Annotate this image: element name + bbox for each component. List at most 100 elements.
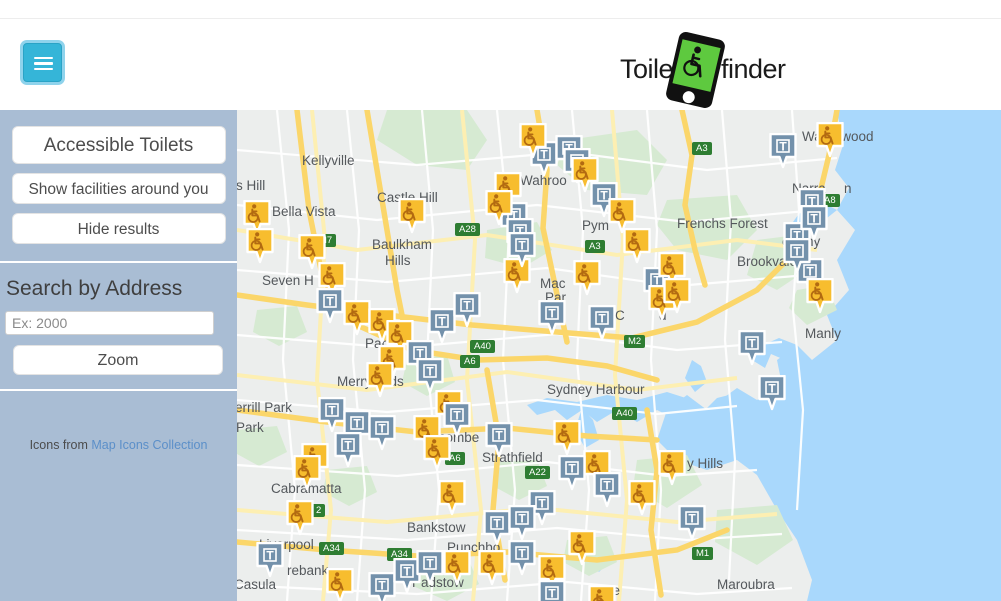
address-search-input[interactable] <box>5 311 214 335</box>
icons-credit: Icons from Map Icons Collection <box>0 438 237 452</box>
toilet-marker-pin[interactable]: T <box>782 237 812 276</box>
accessible-toilet-marker-pin[interactable] <box>292 454 322 493</box>
road-shield: A34 <box>319 542 344 555</box>
svg-text:T: T <box>463 299 471 313</box>
map-icons-collection-link[interactable]: Map Icons Collection <box>91 438 207 452</box>
sidebar-actions-section: Accessible Toilets Show facilities aroun… <box>0 126 237 261</box>
svg-text:T: T <box>538 497 546 511</box>
svg-text:T: T <box>518 547 526 561</box>
toilet-marker-pin[interactable]: T <box>452 291 482 330</box>
toilet-marker-pin[interactable]: T <box>442 401 472 440</box>
svg-text:T: T <box>748 337 756 351</box>
svg-text:T: T <box>793 245 801 259</box>
toilet-marker-pin[interactable]: T <box>557 454 587 493</box>
search-section-title: Search by Address <box>6 277 183 300</box>
toilet-marker-pin[interactable]: T <box>757 374 787 413</box>
road-shield: A3 <box>585 240 605 253</box>
svg-text:T: T <box>518 239 526 253</box>
logo-text-right: finder <box>721 54 786 84</box>
accessible-toilet-marker-pin[interactable] <box>442 549 472 588</box>
svg-text:T: T <box>779 140 787 154</box>
toilet-marker-pin[interactable]: T <box>484 421 514 460</box>
svg-text:T: T <box>453 409 461 423</box>
accessible-toilet-marker-pin[interactable] <box>552 419 582 458</box>
toilet-marker-pin[interactable]: T <box>768 132 798 171</box>
road-shield: A28 <box>455 223 480 236</box>
accessible-toilet-marker-pin[interactable] <box>572 259 602 298</box>
accessible-toilet-marker-pin[interactable] <box>662 277 692 316</box>
accessible-toilet-marker-pin[interactable] <box>484 189 514 228</box>
svg-text:T: T <box>768 382 776 396</box>
accessible-toilet-marker-pin[interactable] <box>285 499 315 538</box>
toilet-marker-pin[interactable]: T <box>537 299 567 338</box>
svg-text:T: T <box>266 549 274 563</box>
svg-text:T: T <box>353 417 361 431</box>
accessible-toilet-marker-pin[interactable] <box>567 529 597 568</box>
svg-text:T: T <box>438 315 446 329</box>
svg-text:T: T <box>493 517 501 531</box>
toilet-marker-pin[interactable]: T <box>255 541 285 580</box>
map-canvas[interactable]: Kellyville Castle Hill Bella Vista Baulkham… <box>237 110 1001 601</box>
hamburger-bar-3 <box>34 67 53 70</box>
sidebar: Accessible Toilets Show facilities aroun… <box>0 110 237 601</box>
search-by-address-section: Search by Address Zoom <box>0 277 237 375</box>
accessible-toilet-marker-pin[interactable] <box>518 122 548 161</box>
sidebar-credit-section: Icons from Map Icons Collection <box>0 438 237 452</box>
road-shield: M2 <box>624 335 646 348</box>
toilet-marker-pin[interactable]: T <box>592 471 622 510</box>
toilet-marker-pin[interactable]: T <box>677 504 707 543</box>
road-shield: M1 <box>692 547 714 560</box>
smartphone-wheelchair-icon <box>664 30 727 110</box>
toilet-marker-pin[interactable]: T <box>367 414 397 453</box>
toilet-marker-pin[interactable]: T <box>315 287 345 326</box>
site-logo[interactable]: Toilet finder <box>620 30 786 110</box>
accessible-toilet-marker-pin[interactable] <box>477 549 507 588</box>
toilet-marker-pin[interactable]: T <box>415 357 445 396</box>
sidebar-divider-1 <box>0 261 237 263</box>
toilet-marker-pin[interactable]: T <box>507 504 537 543</box>
road-shield: A22 <box>525 466 550 479</box>
zoom-submit-button[interactable]: Zoom <box>13 345 223 375</box>
svg-text:T: T <box>378 422 386 436</box>
svg-text:T: T <box>688 512 696 526</box>
svg-text:T: T <box>426 365 434 379</box>
road-shield: A3 <box>692 142 712 155</box>
toilet-marker-pin[interactable]: T <box>587 304 617 343</box>
hamburger-menu-button[interactable] <box>23 43 62 82</box>
toilet-finder-app: Toilet finder Accessible Toilets Show fa… <box>0 0 1001 601</box>
header-top-rule <box>0 18 1001 19</box>
hamburger-bar-1 <box>34 56 53 59</box>
toilet-marker-pin[interactable]: T <box>737 329 767 368</box>
accessible-toilet-marker-pin[interactable] <box>422 434 452 473</box>
accessible-toilet-marker-pin[interactable] <box>437 479 467 518</box>
toilet-marker-pin[interactable]: T <box>333 431 363 470</box>
toilet-marker-pin[interactable]: T <box>415 549 445 588</box>
road-shield: A6 <box>460 355 480 368</box>
accessible-toilet-marker-pin[interactable] <box>397 197 427 236</box>
sidebar-divider-2 <box>0 389 237 391</box>
svg-text:T: T <box>328 404 336 418</box>
svg-text:T: T <box>603 479 611 493</box>
accessible-toilet-marker-pin[interactable] <box>627 479 657 518</box>
svg-text:T: T <box>326 295 334 309</box>
accessible-toilet-marker-pin[interactable] <box>805 277 835 316</box>
svg-text:T: T <box>598 312 606 326</box>
accessible-toilet-marker-pin[interactable] <box>365 361 395 400</box>
accessible-toilet-marker-pin[interactable] <box>622 227 652 266</box>
sidebar-item-show-facilities-around-you[interactable]: Show facilities around you <box>11 173 226 204</box>
accessible-toilet-marker-pin[interactable] <box>325 567 355 601</box>
toilet-marker-pin[interactable]: T <box>507 231 537 270</box>
sidebar-item-hide-results[interactable]: Hide results <box>11 213 226 244</box>
svg-text:T: T <box>518 512 526 526</box>
toilet-marker-pin[interactable]: T <box>537 579 567 601</box>
road-shield: A40 <box>470 340 495 353</box>
accessible-toilet-marker-pin[interactable] <box>587 584 617 601</box>
accessible-toilet-marker-pin[interactable] <box>245 227 275 266</box>
sidebar-item-accessible-toilets[interactable]: Accessible Toilets <box>11 126 226 164</box>
accessible-toilet-marker-pin[interactable] <box>657 449 687 488</box>
road-shield: A40 <box>612 407 637 420</box>
svg-text:T: T <box>426 557 434 571</box>
page-header: Toilet finder <box>0 0 1001 110</box>
accessible-toilet-marker-pin[interactable] <box>815 121 845 160</box>
svg-text:T: T <box>403 565 411 579</box>
